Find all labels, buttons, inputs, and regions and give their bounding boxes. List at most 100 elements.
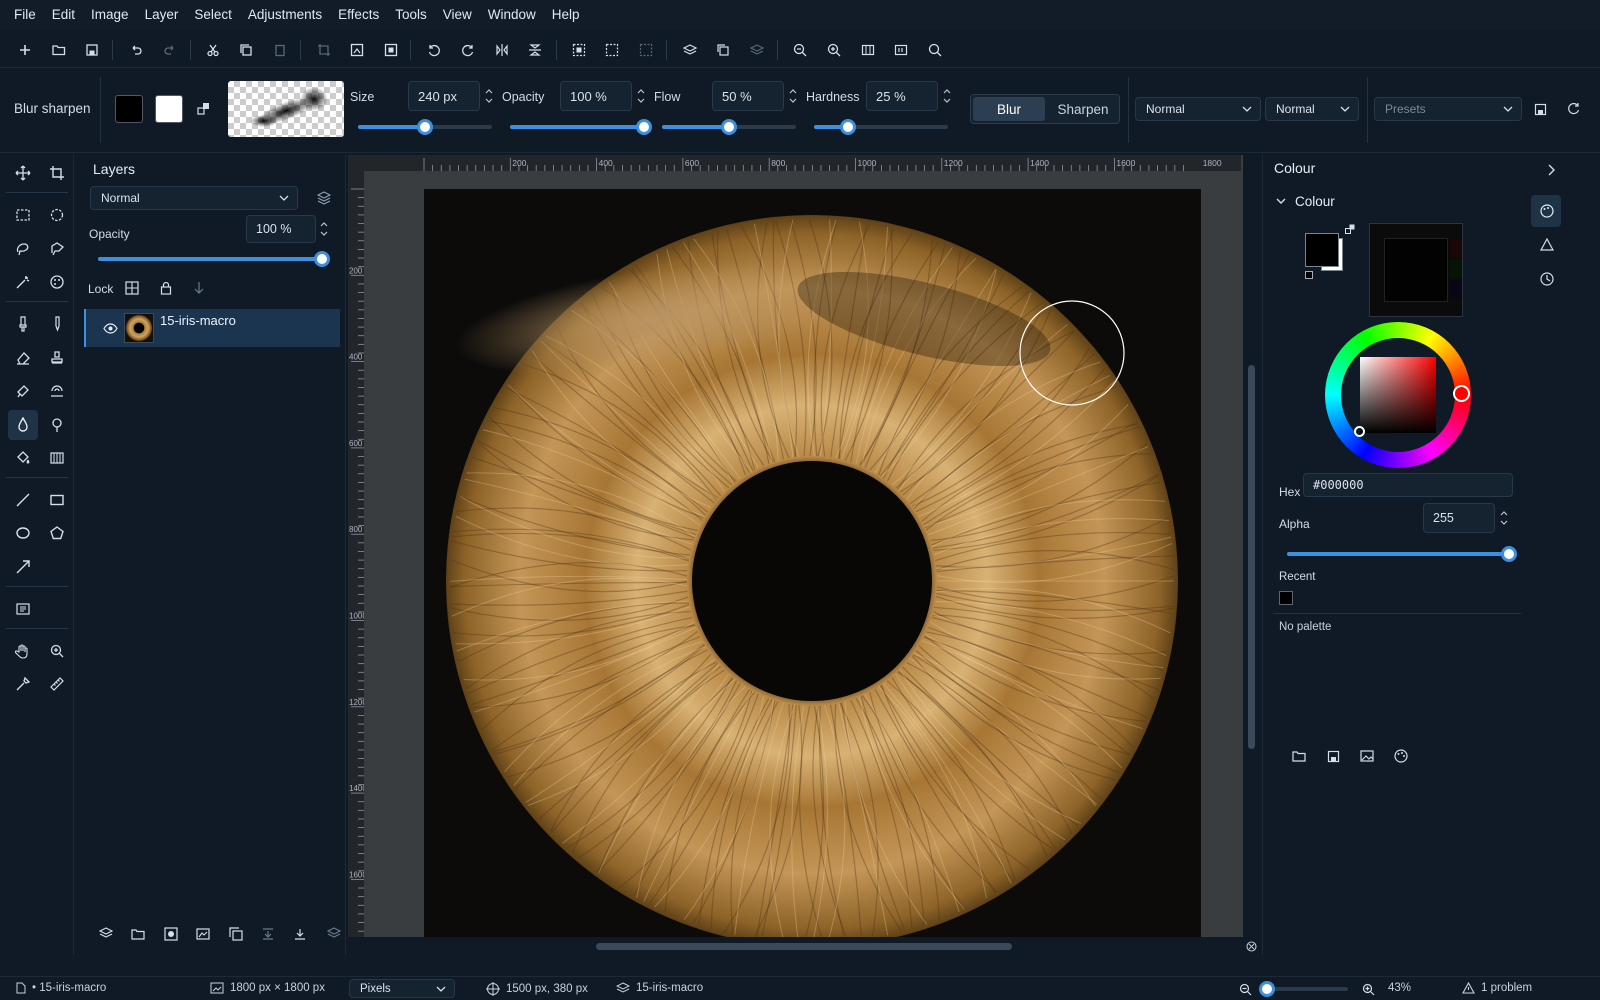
colour-select-tool-icon[interactable] [42,267,72,297]
layer-duplicate-icon[interactable] [711,38,735,62]
reset-icon[interactable] [1566,101,1582,117]
chevron-down-icon[interactable] [1275,195,1287,207]
menu-layer[interactable]: Layer [137,0,187,30]
zoom-out-icon[interactable] [1238,982,1252,996]
cut-icon[interactable] [201,38,225,62]
paste-icon[interactable] [268,38,292,62]
zoom-slider[interactable] [1259,981,1348,997]
layer-add-icon[interactable] [678,38,702,62]
horizontal-scrollbar[interactable] [348,937,1260,955]
menu-adjustments[interactable]: Adjustments [240,0,330,30]
eyedropper-tool-icon[interactable] [8,669,38,699]
save-preset-icon[interactable] [1532,101,1548,117]
add-group-icon[interactable] [130,926,146,942]
size-slider-track[interactable] [358,119,492,135]
rect-select-tool-icon[interactable] [8,200,38,230]
magic-wand-tool-icon[interactable] [8,267,38,297]
save-icon[interactable] [80,38,104,62]
flow-spinner[interactable] [787,81,799,111]
primary-colour-swatch[interactable] [115,95,143,123]
document-canvas[interactable] [424,189,1201,955]
lock-icon[interactable] [158,280,174,296]
saturation-value-square[interactable] [1360,357,1436,433]
zoom-value[interactable]: 43% [1388,982,1411,994]
hue-picker-handle[interactable] [1453,385,1470,402]
brush-tool-icon[interactable] [8,309,38,339]
vertical-scroll-thumb[interactable] [1248,365,1255,749]
swap-colours-icon[interactable] [196,101,212,117]
menu-edit[interactable]: Edit [44,0,83,30]
opacity-spinner[interactable] [635,81,647,111]
size-spinner[interactable] [483,81,495,111]
zoom-in-icon[interactable] [1361,982,1375,996]
smudge-tool-icon[interactable] [42,376,72,406]
opacity-slider-track[interactable] [510,119,652,135]
hex-input[interactable]: #000000 [1303,473,1513,497]
palette-tab-icon[interactable] [1539,203,1555,219]
palette-from-image-icon[interactable] [1359,748,1375,764]
copy-icon[interactable] [234,38,258,62]
colour-history-grid[interactable] [1369,223,1463,317]
ellipse-tool-icon[interactable] [8,518,38,548]
vertical-scrollbar[interactable] [1243,155,1260,937]
add-layer-icon[interactable] [98,926,114,942]
units-dropdown[interactable]: Pixels [349,979,455,998]
lock-position-icon[interactable] [191,280,207,296]
select-all-icon[interactable] [567,38,591,62]
menu-help[interactable]: Help [544,0,588,30]
flow-slider-track[interactable] [662,119,796,135]
line-tool-icon[interactable] [8,485,38,515]
deselect-icon[interactable] [600,38,624,62]
blend-mode-2-dropdown[interactable]: Normal [1265,97,1359,121]
blur-sharpen-tool-icon[interactable] [8,410,38,440]
zoom-out-icon[interactable] [788,38,812,62]
alpha-spinner[interactable] [1498,503,1510,533]
history-tab-icon[interactable] [1539,271,1555,287]
colour-wheel[interactable] [1325,322,1471,468]
flip-vertical-icon[interactable] [523,38,547,62]
gradient-tool-icon[interactable] [42,443,72,473]
resize-canvas-icon[interactable] [379,38,403,62]
recent-colour-swatch[interactable] [1279,591,1293,605]
eye-icon[interactable] [102,320,118,336]
adjust-tab-icon[interactable] [1539,237,1555,253]
mode-blur-button[interactable]: Blur [973,97,1045,121]
fit-window-icon[interactable] [856,38,880,62]
lock-transparency-icon[interactable] [124,280,140,296]
hardness-slider-track[interactable] [814,119,948,135]
search-icon[interactable] [923,38,947,62]
resize-image-icon[interactable] [345,38,369,62]
hand-tool-icon[interactable] [8,636,38,666]
swap-colours-icon[interactable] [1344,223,1356,235]
save-palette-icon[interactable] [1325,748,1341,764]
pencil-tool-icon[interactable] [42,309,72,339]
rotate-right-icon[interactable] [456,38,480,62]
blend-mode-dropdown[interactable]: Normal [1135,97,1261,121]
zoom-in-icon[interactable] [822,38,846,62]
open-palette-icon[interactable] [1291,748,1307,764]
duplicate-layer-icon[interactable] [228,926,244,942]
rotate-left-icon[interactable] [422,38,446,62]
layer-opacity-spinner[interactable] [318,214,330,244]
adjustment-layer-icon[interactable] [195,926,211,942]
layer-blend-mode-dropdown[interactable]: Normal [90,186,298,210]
layer-opacity-input[interactable]: 100 % [246,215,316,243]
invert-selection-icon[interactable] [634,38,658,62]
menu-image[interactable]: Image [83,0,137,30]
menu-file[interactable]: File [6,0,44,30]
polygon-tool-icon[interactable] [42,518,72,548]
menu-effects[interactable]: Effects [330,0,387,30]
polygon-lasso-tool-icon[interactable] [42,234,72,264]
alpha-input[interactable]: 255 [1423,503,1495,533]
secondary-colour-swatch[interactable] [155,95,183,123]
brush-preview[interactable] [228,81,344,137]
crop-tool-icon[interactable] [42,158,72,188]
rectangle-tool-icon[interactable] [42,485,72,515]
collapse-panel-icon[interactable] [1545,163,1559,177]
hardness-input[interactable]: 25 % [866,81,938,111]
sv-picker-handle[interactable] [1354,426,1365,437]
opacity-input[interactable]: 100 % [560,81,632,111]
presets-dropdown[interactable]: Presets [1374,97,1522,121]
move-tool-icon[interactable] [8,158,38,188]
lasso-tool-icon[interactable] [8,234,38,264]
